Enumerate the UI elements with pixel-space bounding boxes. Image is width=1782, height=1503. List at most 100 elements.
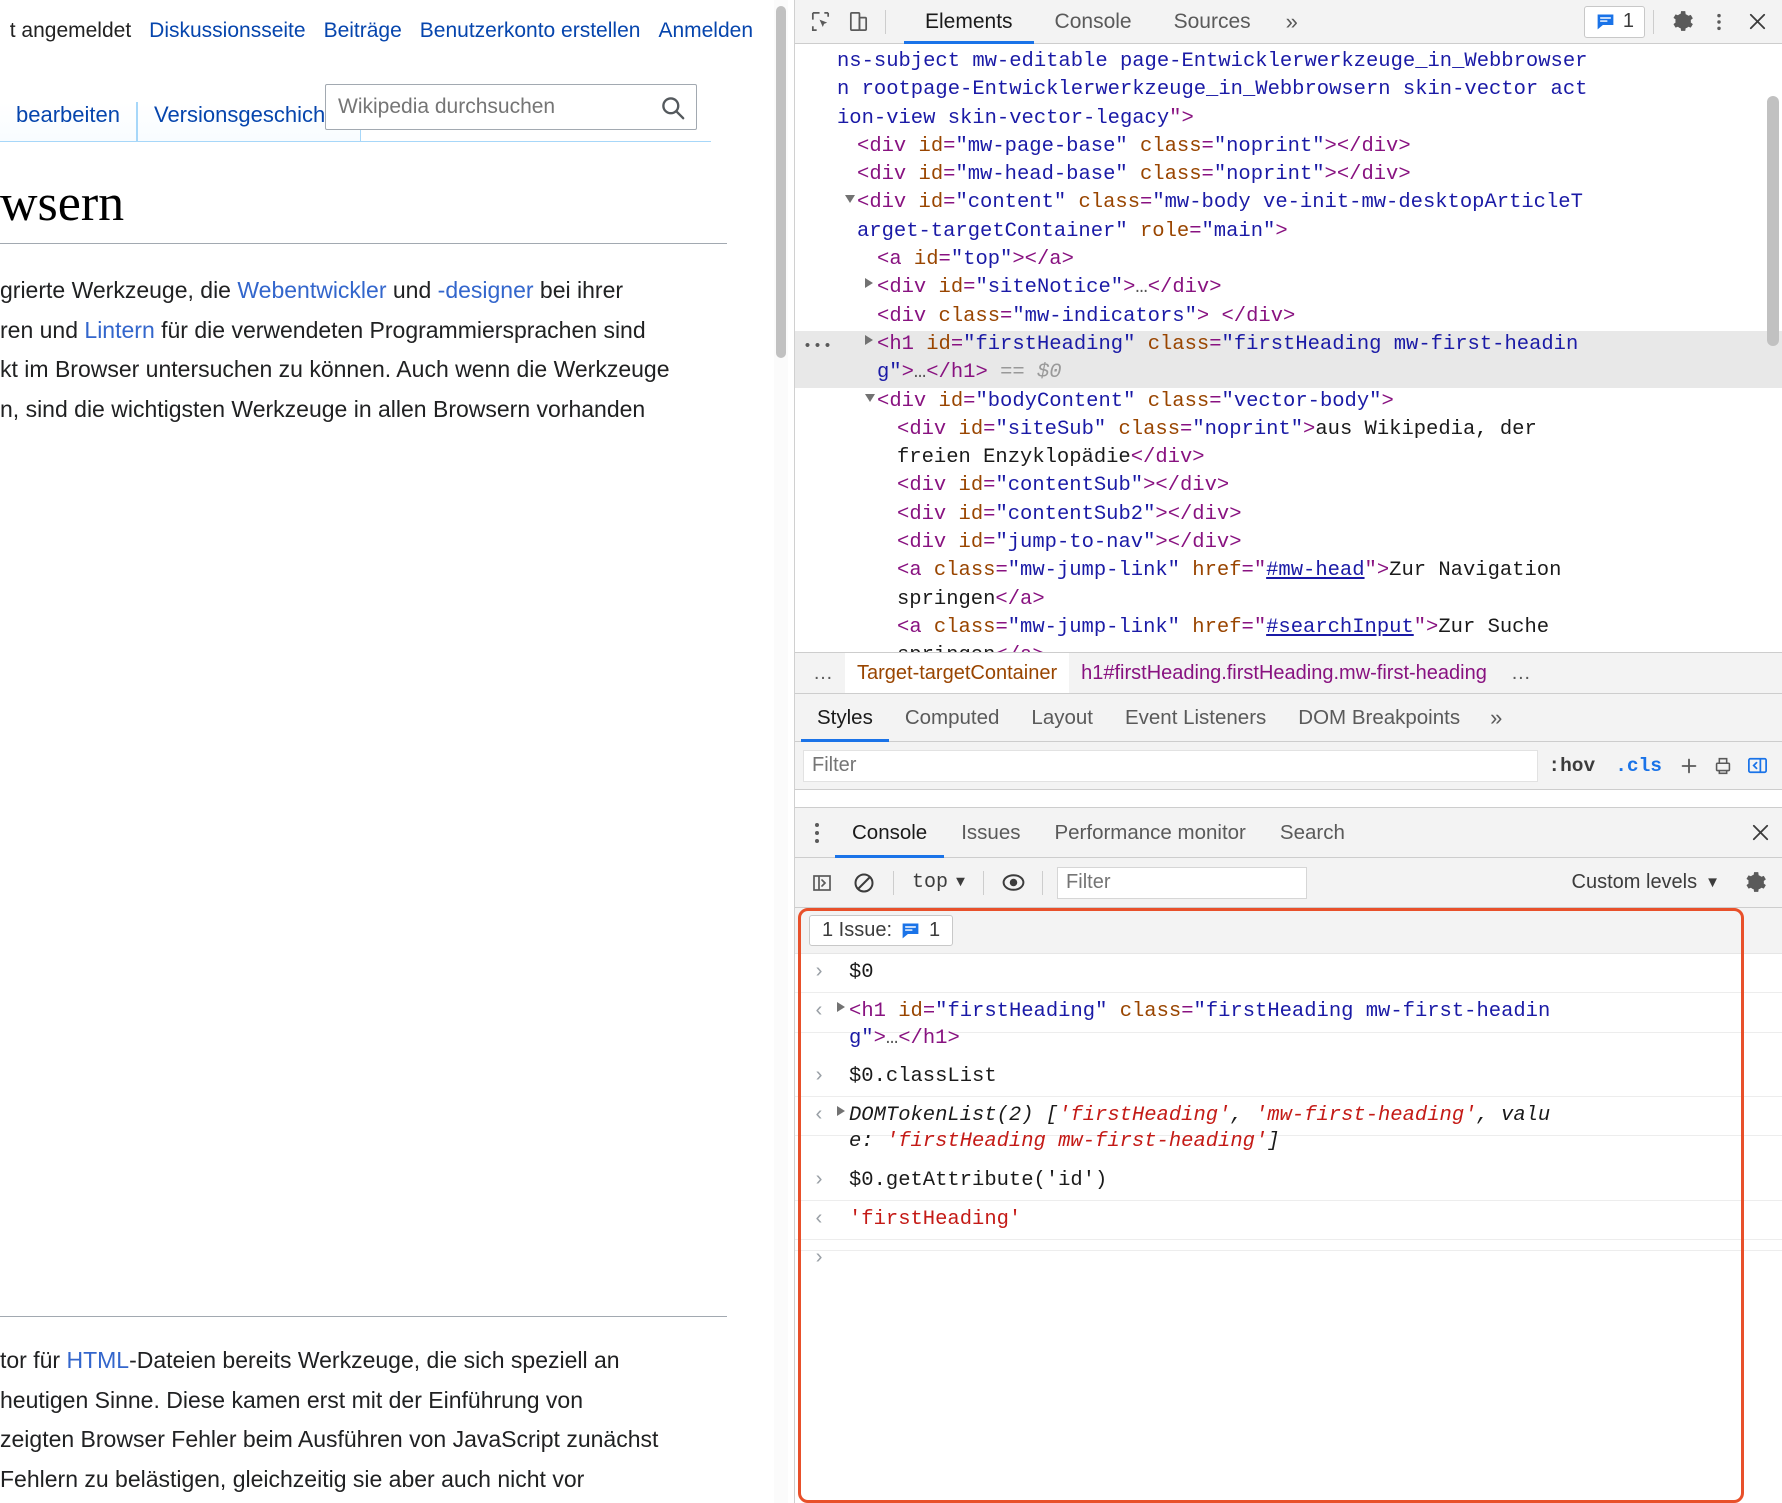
- clear-console-button[interactable]: [845, 866, 883, 900]
- close-devtools-button[interactable]: [1738, 5, 1776, 39]
- link-designer[interactable]: -designer: [438, 277, 534, 303]
- dom-token-lnk[interactable]: #mw-head: [1266, 559, 1364, 582]
- tab-console[interactable]: Console: [1034, 0, 1153, 44]
- dom-tree-row[interactable]: <div id="mw-page-base" class="noprint"><…: [795, 133, 1782, 161]
- new-style-rule-button[interactable]: [1672, 751, 1706, 781]
- breadcrumb-item-ancestor[interactable]: Target-targetContainer: [845, 653, 1070, 693]
- styles-more-tabs-button[interactable]: »: [1476, 705, 1516, 731]
- dom-tree-row[interactable]: <div id="contentSub"></div>: [795, 472, 1782, 500]
- console-output[interactable]: 1 Issue: 1 › $0 ‹ <h1 id="firstHeading" cla…: [795, 908, 1782, 1503]
- dom-tree-row[interactable]: ns-subject mw-editable page-Entwicklerwe…: [795, 48, 1782, 76]
- styles-rules-area[interactable]: [795, 790, 1782, 808]
- more-tabs-button[interactable]: »: [1272, 9, 1312, 35]
- console-message-cont[interactable]: g">…</h1>: [795, 1025, 1782, 1058]
- link-html[interactable]: HTML: [66, 1347, 129, 1373]
- dom-tree-row[interactable]: g">…</h1> == $0: [795, 359, 1782, 388]
- tab-sources[interactable]: Sources: [1153, 0, 1272, 44]
- drawer-tab-console[interactable]: Console: [835, 808, 944, 858]
- issues-chip-button[interactable]: 1 Issue: 1: [809, 915, 954, 946]
- wikipedia-search-box[interactable]: [325, 84, 697, 130]
- execution-context-selector[interactable]: top ▼: [904, 871, 973, 894]
- more-options-button[interactable]: [1700, 5, 1738, 39]
- dom-tree-row[interactable]: arget-targetContainer" role="main">: [795, 218, 1782, 246]
- console-sidebar-button[interactable]: [803, 866, 841, 900]
- dom-token-punc: =: [1201, 163, 1214, 187]
- console-message-list[interactable]: › $0 ‹ <h1 id="firstHeading" class="firstHe…: [795, 954, 1782, 1270]
- dom-tree-row[interactable]: springen</a>: [795, 586, 1782, 614]
- breadcrumb[interactable]: … Target-targetContainer h1#firstHeading…: [795, 652, 1782, 694]
- elements-panel[interactable]: ns-subject mw-editable page-Entwicklerwe…: [795, 44, 1782, 652]
- drawer-tab-search[interactable]: Search: [1263, 808, 1362, 858]
- link-benutzerkonto-erstellen[interactable]: Benutzerkonto erstellen: [420, 19, 641, 43]
- dom-tree-scrollbar-thumb[interactable]: [1767, 96, 1779, 346]
- link-beitraege[interactable]: Beiträge: [324, 19, 402, 43]
- dom-tree-row[interactable]: <div id="mw-head-base" class="noprint"><…: [795, 161, 1782, 189]
- dom-tree-row[interactable]: n rootpage-Entwicklerwerkzeuge_in_Webbro…: [795, 76, 1782, 104]
- dom-tree-row[interactable]: <div id="bodyContent" class="vector-body…: [795, 388, 1782, 416]
- dom-tree-row[interactable]: ••• <h1 id="firstHeading" class="firstHea…: [795, 330, 1782, 361]
- expand-triangle-icon[interactable]: [865, 334, 873, 345]
- link-diskussionsseite[interactable]: Diskussionsseite: [149, 19, 305, 43]
- settings-button[interactable]: [1662, 5, 1700, 39]
- console-filter-input[interactable]: [1057, 866, 1308, 899]
- dom-tree-row[interactable]: <div id="contentSub2"></div>: [795, 501, 1782, 529]
- dom-tree-row[interactable]: <div id="content" class="mw-body ve-init…: [795, 189, 1782, 217]
- inspect-element-button[interactable]: [801, 5, 839, 39]
- dom-tree-row[interactable]: <div id="siteSub" class="noprint">aus Wi…: [795, 416, 1782, 444]
- issues-counter-button[interactable]: 1: [1583, 5, 1645, 38]
- expand-triangle-icon[interactable]: [837, 1002, 845, 1013]
- sidebar-toggle-button[interactable]: [1740, 751, 1774, 781]
- print-media-button[interactable]: [1706, 751, 1740, 781]
- tab-layout[interactable]: Layout: [1015, 694, 1109, 742]
- link-lintern[interactable]: Lintern: [84, 317, 154, 343]
- tab-event-listeners[interactable]: Event Listeners: [1109, 694, 1282, 742]
- drawer-more-options-button[interactable]: [799, 808, 835, 858]
- console-message-cont[interactable]: e: 'firstHeading mw-first-heading']: [795, 1128, 1782, 1161]
- scrollbar-thumb[interactable]: [776, 6, 786, 358]
- dom-tree-row[interactable]: <a id="top"></a>: [795, 246, 1782, 274]
- element-classes-button[interactable]: .cls: [1605, 755, 1672, 777]
- expand-triangle-icon[interactable]: [837, 1106, 845, 1117]
- collapse-triangle-icon[interactable]: [845, 195, 855, 204]
- collapse-triangle-icon[interactable]: [865, 393, 875, 402]
- tab-styles[interactable]: Styles: [801, 694, 889, 742]
- toggle-element-state-button[interactable]: :hov: [1538, 755, 1605, 777]
- dom-tree-row[interactable]: <div class="mw-indicators"> </div>: [795, 303, 1782, 331]
- search-input[interactable]: [326, 95, 648, 119]
- breadcrumb-overflow-left[interactable]: …: [801, 662, 845, 685]
- page-scrollbar[interactable]: [774, 0, 788, 1503]
- tab-computed[interactable]: Computed: [889, 694, 1016, 742]
- drawer-tab-performance-monitor[interactable]: Performance monitor: [1037, 808, 1262, 858]
- console-message-input[interactable]: › $0.classList: [795, 1058, 1782, 1098]
- dom-tree-row[interactable]: <div id="siteNotice">…</div>: [795, 274, 1782, 302]
- dom-tree-row[interactable]: <div id="jump-to-nav"></div>: [795, 529, 1782, 557]
- breadcrumb-item-node[interactable]: h1#firstHeading.firstHeading.mw-first-he…: [1069, 653, 1499, 693]
- dom-token-lnk[interactable]: #searchInput: [1266, 616, 1414, 639]
- drawer-tab-issues[interactable]: Issues: [944, 808, 1037, 858]
- drawer-close-button[interactable]: [1738, 808, 1782, 858]
- console-message-input[interactable]: › $0.getAttribute('id'): [795, 1162, 1782, 1202]
- console-message-prompt[interactable]: ›: [795, 1240, 1782, 1270]
- device-toolbar-button[interactable]: [839, 5, 877, 39]
- expand-triangle-icon[interactable]: [865, 278, 873, 289]
- dom-tree[interactable]: ns-subject mw-editable page-Entwicklerwe…: [795, 44, 1782, 652]
- styles-filter-input[interactable]: [803, 749, 1539, 782]
- breadcrumb-overflow-right[interactable]: …: [1499, 662, 1543, 685]
- search-button[interactable]: [648, 85, 696, 129]
- tab-dom-breakpoints[interactable]: DOM Breakpoints: [1282, 694, 1476, 742]
- dom-tree-row[interactable]: ion-view skin-vector-legacy">: [795, 105, 1782, 133]
- dom-tree-row[interactable]: <a class="mw-jump-link" href="#searchInp…: [795, 614, 1782, 642]
- console-settings-button[interactable]: [1734, 866, 1774, 900]
- console-levels-selector[interactable]: Custom levels ▼: [1562, 871, 1730, 894]
- dom-tree-row[interactable]: freien Enzyklopädie</div>: [795, 444, 1782, 472]
- link-anmelden[interactable]: Anmelden: [658, 19, 753, 43]
- link-webentwickler[interactable]: Webentwickler: [237, 277, 386, 303]
- dom-tree-row[interactable]: springen</a>: [795, 642, 1782, 652]
- dom-row-badge[interactable]: •••: [803, 333, 833, 361]
- console-message-output[interactable]: ‹ 'firstHeading': [795, 1201, 1782, 1241]
- live-expression-button[interactable]: [994, 866, 1032, 900]
- console-message-input[interactable]: › $0: [795, 954, 1782, 994]
- tab-elements[interactable]: Elements: [904, 0, 1034, 44]
- dom-tree-row[interactable]: <a class="mw-jump-link" href="#mw-head">…: [795, 557, 1782, 585]
- tab-bearbeiten[interactable]: bearbeiten: [0, 102, 137, 142]
